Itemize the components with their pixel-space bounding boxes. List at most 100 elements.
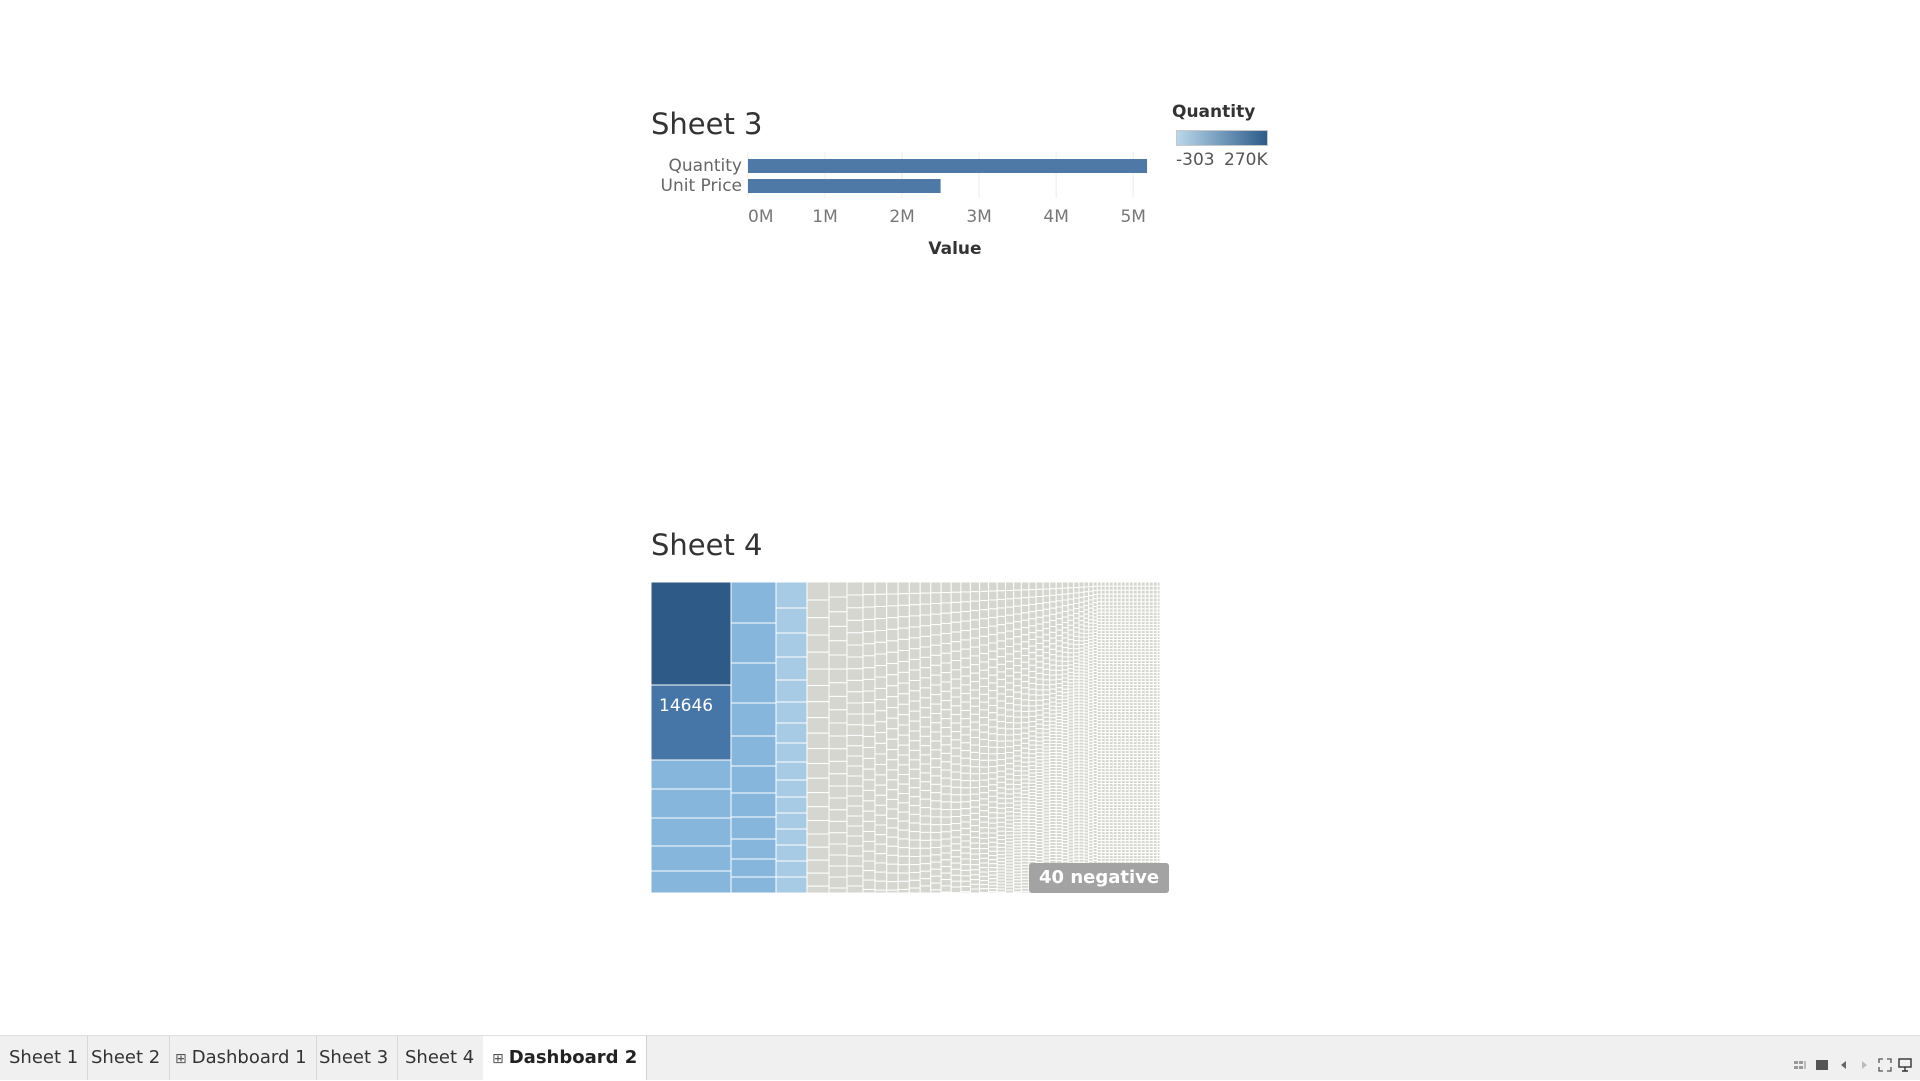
treemap-cell[interactable] <box>875 666 887 677</box>
treemap-cell[interactable] <box>1014 756 1022 761</box>
treemap-cell[interactable] <box>989 838 998 843</box>
treemap-cell[interactable] <box>807 669 829 686</box>
treemap-cell[interactable] <box>1014 614 1022 622</box>
treemap-cell[interactable] <box>1043 704 1050 708</box>
treemap-cell[interactable] <box>980 822 989 828</box>
treemap-cell[interactable] <box>1133 594 1137 598</box>
treemap-cell[interactable] <box>1014 816 1022 819</box>
treemap-cell[interactable] <box>970 854 979 859</box>
treemap-cell[interactable] <box>898 794 909 803</box>
treemap-cell[interactable] <box>1014 606 1022 614</box>
treemap-cell[interactable] <box>1029 590 1036 597</box>
treemap-cell[interactable] <box>989 791 998 797</box>
treemap-cell[interactable] <box>931 784 941 792</box>
treemap-cell[interactable] <box>980 849 989 854</box>
treemap-cell[interactable] <box>989 785 998 791</box>
treemap-cell[interactable] <box>1062 686 1068 690</box>
treemap-cell[interactable] <box>875 754 887 765</box>
treemap-cell[interactable] <box>898 821 909 830</box>
treemap-cell[interactable] <box>1029 604 1036 611</box>
treemap-cell[interactable] <box>1062 617 1068 622</box>
treemap-cell[interactable] <box>1145 594 1149 598</box>
treemap-cell[interactable] <box>1084 597 1089 602</box>
treemap-cell[interactable] <box>847 703 863 714</box>
treemap-cell[interactable] <box>1021 733 1029 738</box>
treemap-cell[interactable] <box>1029 758 1036 762</box>
treemap-cell[interactable] <box>1137 602 1141 606</box>
treemap-cell[interactable] <box>887 686 898 697</box>
treemap-cell[interactable] <box>931 767 941 776</box>
treemap-cell[interactable] <box>970 601 979 610</box>
treemap-cell[interactable] <box>1029 646 1036 653</box>
treemap-cell[interactable] <box>887 890 898 893</box>
treemap-cell[interactable] <box>1050 627 1056 633</box>
treemap-cell[interactable] <box>1062 594 1068 600</box>
treemap-cell[interactable] <box>1074 593 1079 598</box>
treemap-cell[interactable] <box>875 582 887 594</box>
treemap-cell[interactable] <box>961 612 970 622</box>
treemap-cell[interactable] <box>898 848 909 857</box>
treemap-cell[interactable] <box>1050 589 1056 596</box>
treemap-cell[interactable] <box>951 632 961 642</box>
treemap-cell[interactable] <box>980 787 989 793</box>
treemap-cell[interactable] <box>931 883 941 890</box>
treemap-cell[interactable] <box>980 892 989 893</box>
treemap-cell[interactable] <box>951 732 961 740</box>
treemap-cell[interactable] <box>997 822 1005 826</box>
treemap-cell[interactable] <box>941 728 951 737</box>
treemap-cell[interactable] <box>1006 803 1014 807</box>
treemap-cell[interactable] <box>970 582 979 592</box>
treemap-cell[interactable] <box>997 777 1005 783</box>
treemap-cell[interactable] <box>920 816 931 824</box>
treemap-cell[interactable] <box>1021 762 1029 766</box>
treemap-cell[interactable] <box>776 743 807 762</box>
treemap-cell[interactable] <box>1153 594 1157 598</box>
treemap-cell[interactable] <box>1043 616 1050 622</box>
treemap-cell[interactable] <box>1006 676 1014 683</box>
treemap-cell[interactable] <box>1074 645 1079 649</box>
treemap-cell[interactable] <box>847 692 863 703</box>
treemap-cell[interactable] <box>980 774 989 780</box>
treemap-cell[interactable] <box>1153 590 1157 594</box>
treemap-cell[interactable] <box>898 881 909 889</box>
treemap-cell[interactable] <box>1089 623 1093 626</box>
treemap-cell[interactable] <box>1068 640 1074 645</box>
treemap-cell[interactable] <box>807 860 829 873</box>
treemap-cell[interactable] <box>863 889 875 893</box>
treemap-cell[interactable] <box>1014 761 1022 766</box>
treemap-cell[interactable] <box>1084 618 1089 622</box>
treemap-cell[interactable] <box>1021 694 1029 700</box>
treemap-cell[interactable] <box>1056 636 1062 641</box>
treemap-cell[interactable] <box>989 691 998 699</box>
treemap-cell[interactable] <box>980 678 989 686</box>
treemap-cell[interactable] <box>1029 619 1036 626</box>
tab-sheet-1[interactable]: Sheet 1 <box>0 1036 88 1080</box>
treemap-cell[interactable] <box>1036 611 1043 618</box>
treemap-cell[interactable] <box>1089 591 1093 595</box>
treemap-cell[interactable] <box>1043 713 1050 717</box>
treemap-cell[interactable] <box>1068 620 1074 625</box>
treemap-cell[interactable] <box>875 890 887 893</box>
treemap-cell[interactable] <box>989 779 998 785</box>
treemap-cell[interactable] <box>887 594 898 606</box>
treemap-cell[interactable] <box>875 642 887 654</box>
treemap-cell[interactable] <box>1074 628 1079 632</box>
treemap-cell[interactable] <box>898 605 909 616</box>
treemap-cell[interactable] <box>909 593 920 604</box>
treemap-cell[interactable] <box>1036 662 1043 668</box>
treemap-cell[interactable] <box>997 847 1005 851</box>
treemap-cell[interactable] <box>970 843 979 849</box>
treemap-cell[interactable] <box>807 652 829 669</box>
treemap-cell[interactable] <box>1105 602 1109 606</box>
treemap-cell[interactable] <box>941 873 951 879</box>
treemap-cell[interactable] <box>961 802 970 809</box>
treemap-cell[interactable] <box>941 736 951 745</box>
treemap-cell[interactable] <box>1074 656 1079 660</box>
treemap-cell[interactable] <box>1006 607 1014 615</box>
treemap-cell[interactable] <box>951 824 961 831</box>
treemap-cell[interactable] <box>951 697 961 706</box>
treemap-cell[interactable] <box>941 794 951 802</box>
treemap-cell[interactable] <box>989 727 998 734</box>
treemap-cell[interactable] <box>863 831 875 841</box>
treemap-cell[interactable] <box>951 592 961 602</box>
